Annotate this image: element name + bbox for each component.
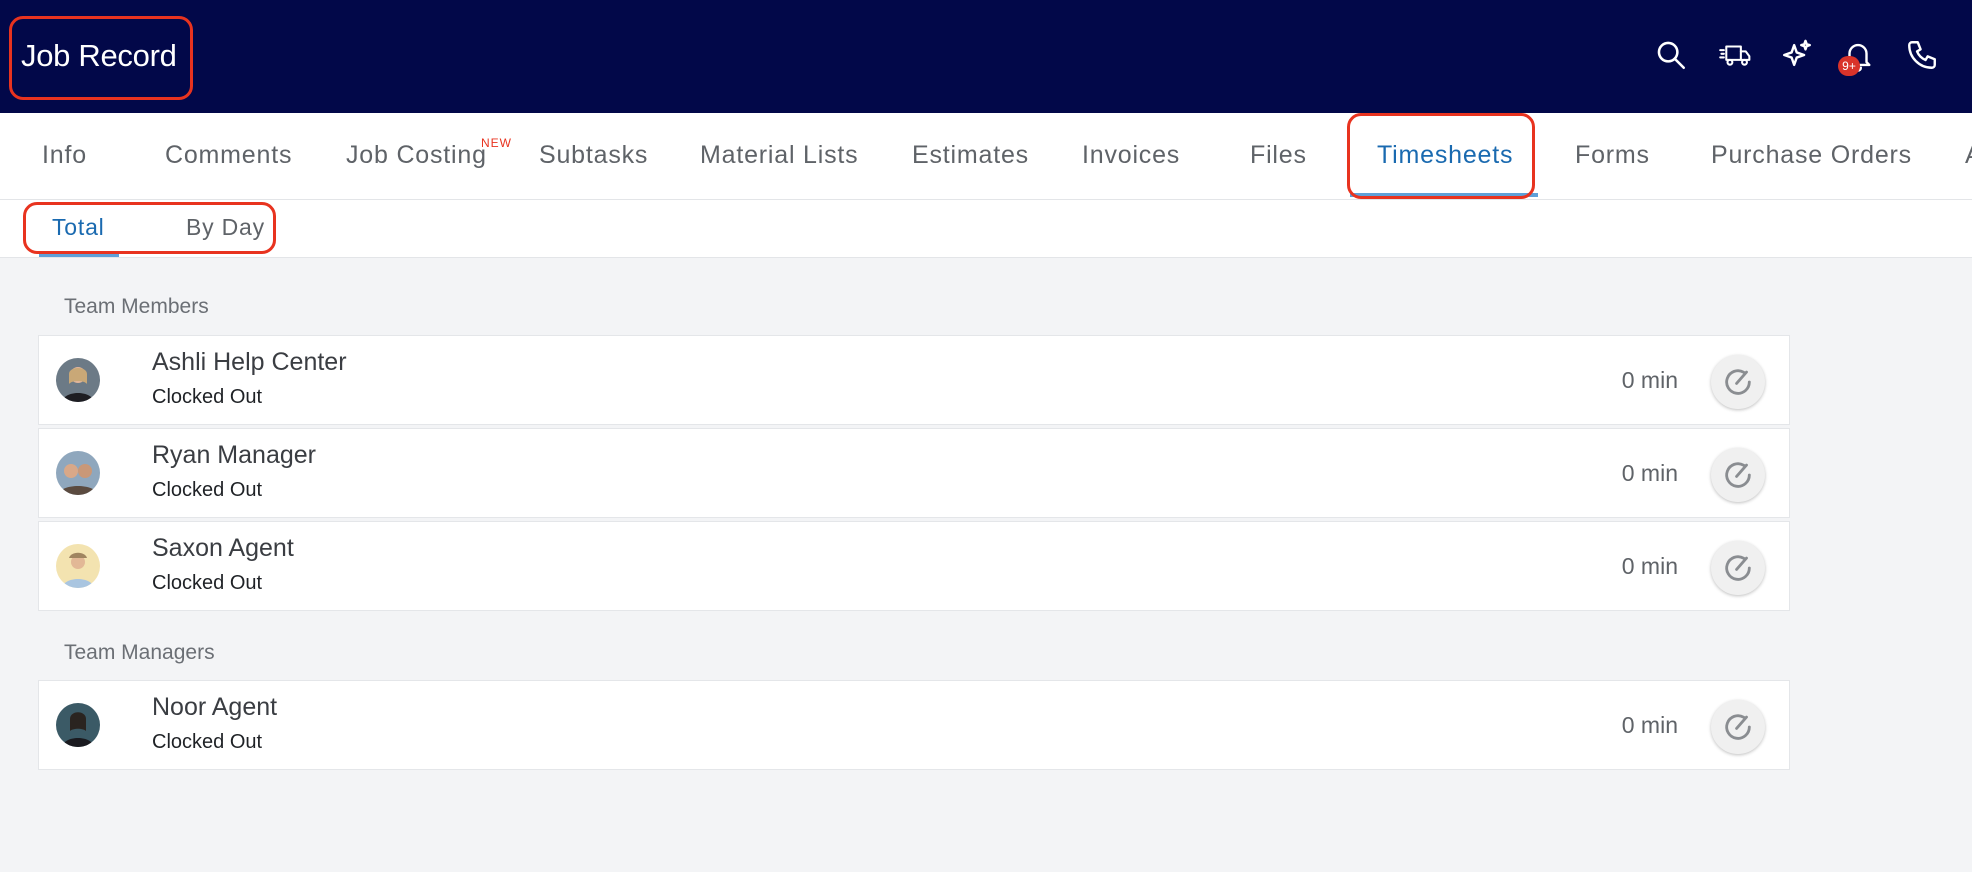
- list-item[interactable]: Saxon Agent Clocked Out 0 min: [38, 521, 1790, 611]
- member-name: Ryan Manager: [152, 441, 316, 469]
- clock-status: Clocked Out: [152, 731, 263, 753]
- time-total: 0 min: [1621, 553, 1678, 579]
- search-icon[interactable]: [1651, 35, 1691, 75]
- list-item[interactable]: Ashli Help Center Clocked Out 0 min: [38, 335, 1790, 425]
- member-name: Saxon Agent: [152, 534, 294, 562]
- time-total: 0 min: [1621, 712, 1678, 738]
- notification-badge: 9+: [1838, 56, 1860, 76]
- list-item[interactable]: Ryan Manager Clocked Out 0 min: [38, 428, 1790, 518]
- list-item[interactable]: Noor Agent Clocked Out 0 min: [38, 680, 1790, 770]
- tab-purchase-orders[interactable]: Purchase Orders: [1711, 141, 1912, 170]
- clock-in-button[interactable]: [1711, 355, 1765, 409]
- tab-job-costing[interactable]: Job Costing: [346, 141, 487, 170]
- timer-icon: [1725, 555, 1751, 581]
- clock-in-button[interactable]: [1711, 700, 1765, 754]
- member-name: Noor Agent: [152, 693, 278, 721]
- subtabs-highlight-box: [23, 202, 276, 254]
- clock-status: Clocked Out: [152, 479, 263, 501]
- clock-status: Clocked Out: [152, 386, 263, 408]
- time-total: 0 min: [1621, 460, 1678, 486]
- time-total: 0 min: [1621, 367, 1678, 393]
- tab-files[interactable]: Files: [1250, 141, 1307, 170]
- sparkles-icon[interactable]: [1777, 35, 1817, 75]
- timer-icon: [1725, 462, 1751, 488]
- tab-overflow[interactable]: A: [1965, 141, 1972, 170]
- section-label-team-managers: Team Managers: [64, 641, 215, 664]
- tab-subtasks[interactable]: Subtasks: [539, 141, 648, 170]
- timesheet-subtabs: Total By Day: [0, 200, 1972, 258]
- tab-info[interactable]: Info: [42, 141, 87, 170]
- new-badge: NEW: [481, 136, 512, 150]
- tab-material-lists[interactable]: Material Lists: [700, 141, 858, 170]
- member-name: Ashli Help Center: [152, 348, 347, 376]
- timer-icon: [1725, 369, 1751, 395]
- section-label-team-members: Team Members: [64, 295, 209, 318]
- clock-in-button[interactable]: [1711, 541, 1765, 595]
- title-highlight-box: [9, 16, 193, 100]
- delivery-truck-icon[interactable]: [1716, 35, 1756, 75]
- tab-estimates[interactable]: Estimates: [912, 141, 1029, 170]
- avatar: [56, 703, 100, 747]
- timer-icon: [1725, 714, 1751, 740]
- avatar: [56, 451, 100, 495]
- avatar: [56, 358, 100, 402]
- clock-in-button[interactable]: [1711, 448, 1765, 502]
- app-header: Job Record 9+: [0, 0, 1972, 113]
- phone-icon[interactable]: [1902, 35, 1942, 75]
- clock-status: Clocked Out: [152, 572, 263, 594]
- timesheets-highlight-box: [1347, 113, 1535, 199]
- record-tabs: Info Comments Job Costing Subtasks Mater…: [0, 113, 1972, 200]
- avatar: [56, 544, 100, 588]
- tab-invoices[interactable]: Invoices: [1082, 141, 1180, 170]
- tab-forms[interactable]: Forms: [1575, 141, 1650, 170]
- tab-comments[interactable]: Comments: [165, 141, 292, 170]
